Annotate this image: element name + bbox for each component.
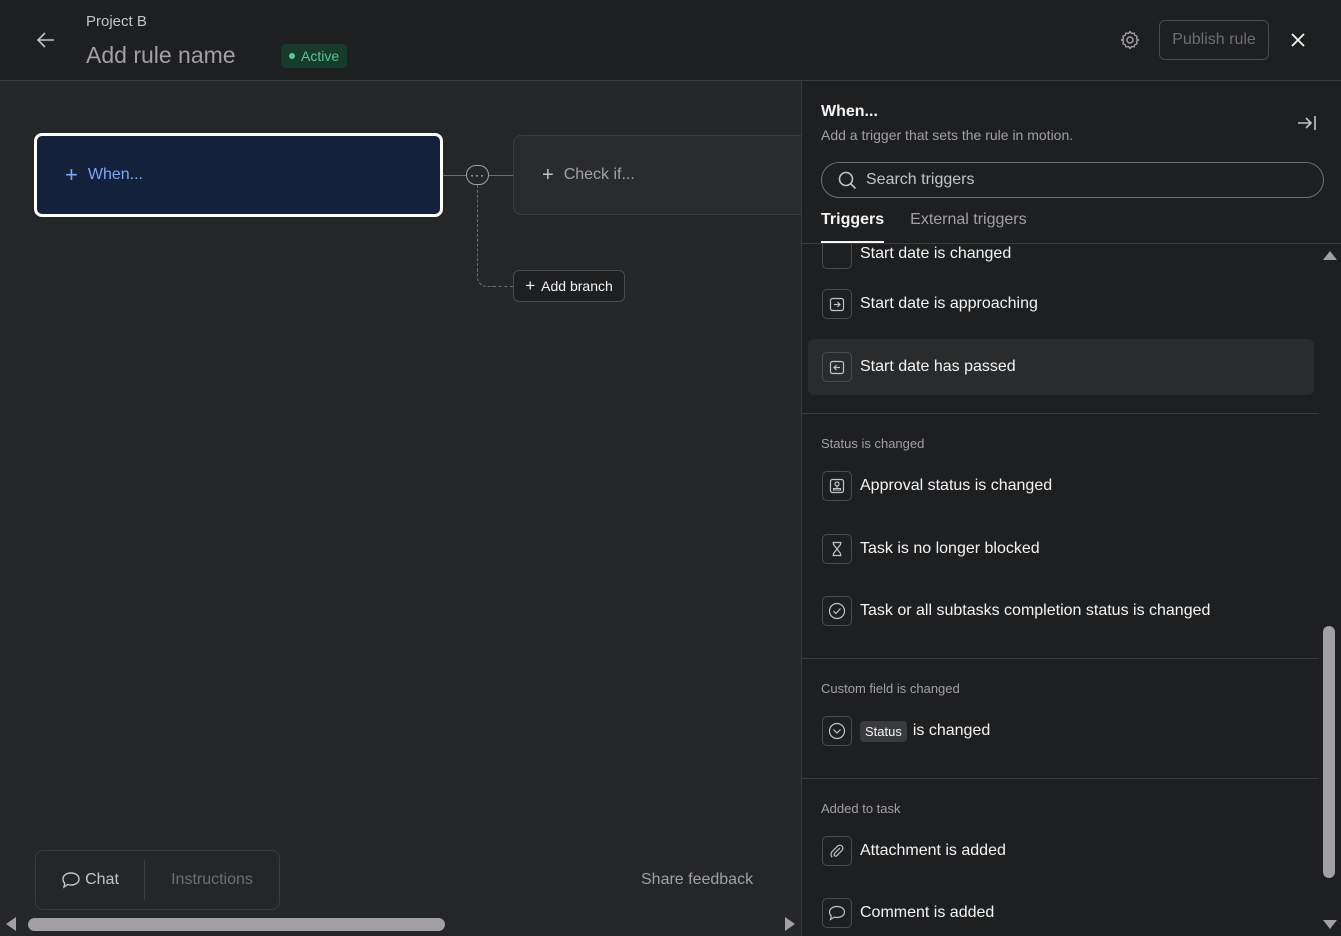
gear-icon	[1120, 30, 1140, 50]
tab-triggers[interactable]: Triggers	[821, 209, 885, 243]
tab-external-triggers[interactable]: External triggers	[910, 209, 1027, 243]
branch-connector	[477, 185, 478, 271]
trigger-list: Start date is changed Start date is appr…	[802, 244, 1319, 936]
trigger-item-status-field-changed[interactable]: Status is changed	[808, 703, 1314, 759]
trigger-item-start-date-passed[interactable]: Start date has passed	[808, 339, 1314, 395]
rule-canvas[interactable]: + When... ··· + Check if... + Add branch…	[0, 81, 801, 936]
paperclip-icon	[822, 836, 852, 866]
plus-icon: +	[525, 276, 536, 295]
comment-icon	[822, 898, 852, 928]
dropdown-circle-icon	[822, 716, 852, 746]
field-chip: Status	[860, 720, 907, 742]
assistant-bar: Chat Instructions	[35, 850, 280, 910]
section-label-added-to-task: Added to task	[821, 801, 901, 816]
connector-line	[489, 175, 513, 176]
hourglass-icon	[822, 534, 852, 564]
chat-tab[interactable]: Chat	[36, 851, 144, 909]
arrow-left-icon	[37, 32, 54, 48]
branch-connector	[493, 286, 513, 287]
trigger-item-attachment-added[interactable]: Attachment is added	[808, 823, 1314, 879]
project-name[interactable]: Project B	[86, 13, 147, 30]
collapse-panel-button[interactable]	[1295, 112, 1319, 134]
branch-connector-curve	[477, 271, 493, 287]
share-feedback-link[interactable]: Share feedback	[641, 871, 753, 889]
stamp-icon	[822, 471, 852, 501]
search-triggers-box[interactable]	[821, 162, 1324, 198]
section-label-custom-field: Custom field is changed	[821, 681, 960, 696]
trigger-item-completion-status[interactable]: Task or all subtasks completion status i…	[808, 583, 1314, 639]
scroll-up-arrow[interactable]	[1323, 251, 1337, 260]
trigger-item-label: Attachment is added	[860, 842, 1006, 859]
trigger-item-label: Approval status is changed	[860, 477, 1053, 494]
horizontal-scrollbar[interactable]	[0, 913, 801, 936]
search-icon	[838, 171, 857, 189]
add-branch-button[interactable]: + Add branch	[513, 270, 625, 302]
trigger-item-label: Comment is added	[860, 904, 995, 921]
section-label-status: Status is changed	[821, 436, 925, 451]
chat-label: Chat	[85, 871, 119, 888]
trigger-item-label: Task or all subtasks completion status i…	[860, 602, 1211, 619]
status-badge: Active	[281, 44, 348, 68]
trigger-item-label: Start date has passed	[860, 358, 1016, 375]
section-divider	[802, 413, 1319, 414]
scroll-down-arrow[interactable]	[1323, 920, 1337, 929]
settings-button[interactable]	[1117, 27, 1143, 53]
when-card-label: When...	[87, 166, 143, 183]
close-icon	[1291, 33, 1305, 47]
rule-editor-header: Project B Add rule name Active Publish r…	[0, 0, 1341, 81]
add-branch-label: Add branch	[541, 278, 613, 294]
close-button[interactable]	[1285, 27, 1311, 53]
check-circle-icon	[822, 596, 852, 626]
scrollbar-thumb[interactable]	[28, 918, 445, 931]
scroll-right-arrow[interactable]	[785, 917, 795, 931]
vertical-scrollbar[interactable]	[1319, 244, 1341, 936]
panel-title: When...	[821, 103, 878, 120]
trigger-item-approval-status[interactable]: Approval status is changed	[808, 458, 1314, 514]
trigger-tabs: Triggers External triggers	[821, 209, 1053, 243]
chat-bubble-icon	[62, 872, 80, 889]
trigger-panel: When... Add a trigger that sets the rule…	[801, 81, 1341, 936]
back-button[interactable]	[33, 27, 59, 53]
calendar-back-icon	[822, 352, 852, 382]
trigger-item-label: Start date is changed	[860, 245, 1012, 262]
section-divider	[802, 658, 1319, 659]
collapse-right-icon	[1298, 116, 1316, 130]
scroll-left-arrow[interactable]	[6, 917, 16, 931]
panel-subtitle: Add a trigger that sets the rule in moti…	[821, 127, 1074, 143]
section-divider	[802, 778, 1319, 779]
trigger-item-label: is changed	[912, 722, 991, 739]
calendar-icon	[822, 244, 852, 269]
scrollbar-thumb[interactable]	[1323, 626, 1335, 878]
connector-line	[443, 175, 466, 176]
calendar-forward-icon	[822, 289, 852, 319]
trigger-item-no-longer-blocked[interactable]: Task is no longer blocked	[808, 521, 1314, 577]
check-card-label: Check if...	[563, 166, 635, 183]
search-input[interactable]	[866, 171, 1306, 189]
instructions-tab[interactable]: Instructions	[145, 851, 279, 909]
plus-icon: +	[65, 162, 78, 187]
check-if-card[interactable]: + Check if...	[513, 135, 801, 215]
more-options-node[interactable]: ···	[466, 165, 489, 185]
publish-rule-button[interactable]: Publish rule	[1159, 20, 1269, 60]
rule-name-field[interactable]: Add rule name	[86, 42, 236, 69]
trigger-item-label: Start date is approaching	[860, 295, 1038, 312]
trigger-item-label: Task is no longer blocked	[860, 540, 1040, 557]
trigger-item-start-date-approaching[interactable]: Start date is approaching	[808, 276, 1314, 332]
when-trigger-card[interactable]: + When...	[34, 133, 443, 217]
trigger-item-comment-added[interactable]: Comment is added	[808, 885, 1314, 936]
plus-icon: +	[542, 163, 554, 186]
